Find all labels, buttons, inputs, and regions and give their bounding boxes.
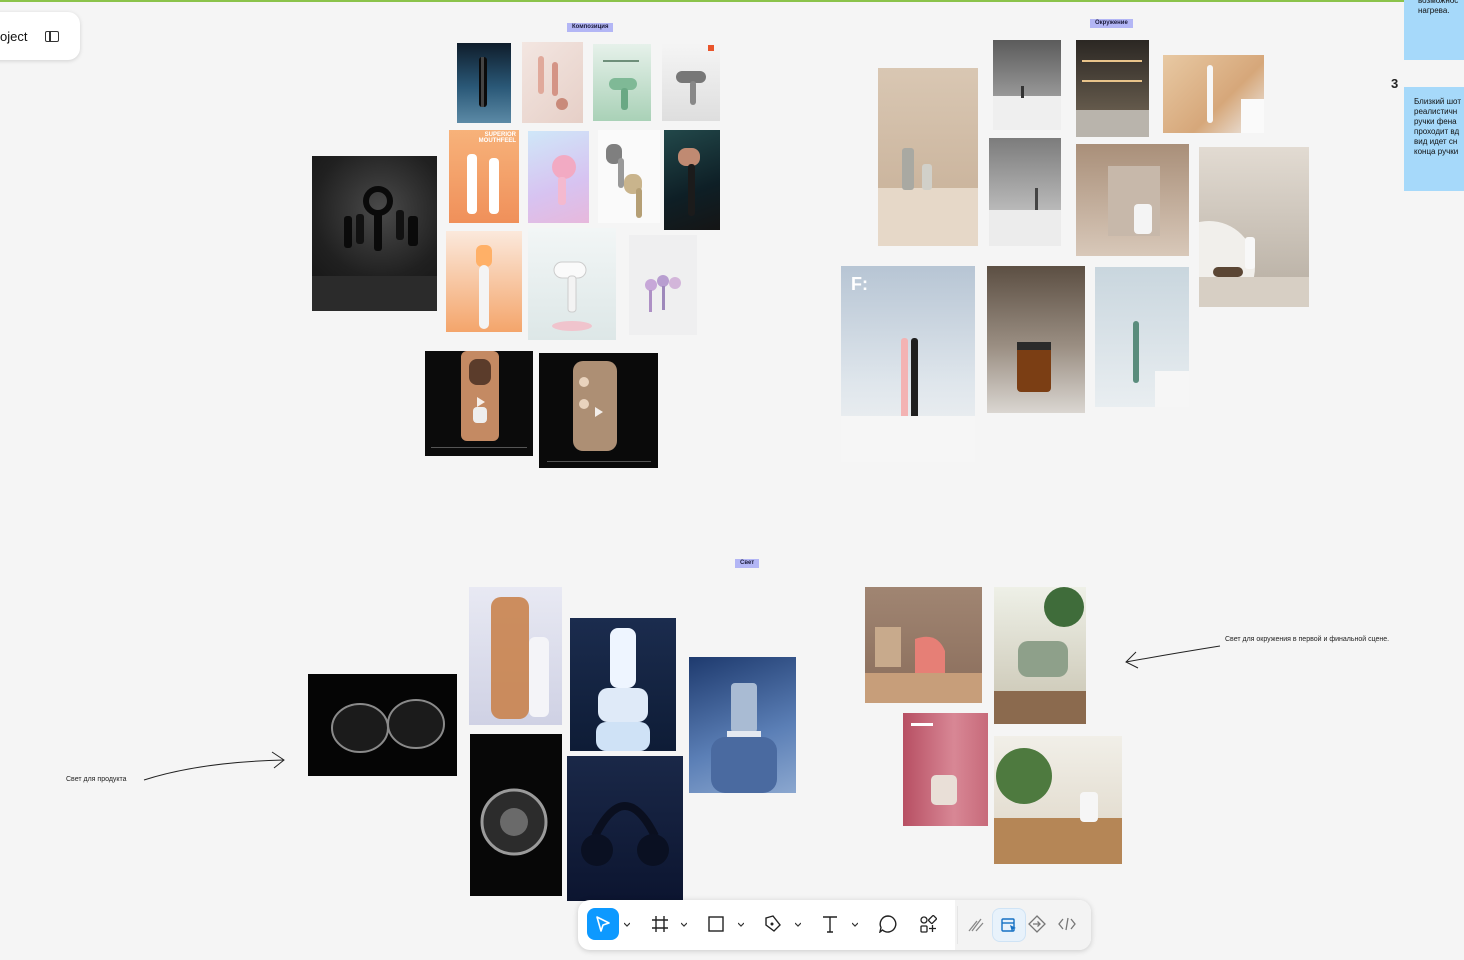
image-orange-toothbrush[interactable] xyxy=(446,231,522,332)
image-blue-bottle[interactable] xyxy=(689,657,796,793)
superior-mouthfeel-text: SUPERIOR MOUTHFEEL xyxy=(478,132,516,144)
code-icon xyxy=(1058,917,1076,931)
chevron-down-icon[interactable] xyxy=(738,922,744,928)
image-dark-dryer[interactable] xyxy=(664,130,720,230)
canvas-top-border xyxy=(0,0,1464,2)
design-mode-icon xyxy=(1001,918,1016,932)
image-marble-bathroom[interactable] xyxy=(1076,144,1189,256)
video-dryer-closeup-1[interactable] xyxy=(425,351,533,456)
image-lavender-brushes[interactable] xyxy=(629,235,697,335)
draw-mode-button[interactable] xyxy=(960,908,992,940)
project-name: oject xyxy=(0,28,28,44)
components-icon xyxy=(920,915,937,933)
image-jbl-headphones[interactable] xyxy=(567,756,683,901)
image-sunglasses[interactable] xyxy=(308,674,457,776)
arrow-product-light[interactable] xyxy=(140,748,292,784)
image-green-toothbrush[interactable] xyxy=(1095,267,1189,407)
image-amber-jar[interactable] xyxy=(987,266,1085,413)
frame-icon xyxy=(652,916,668,932)
image-pink-dryer[interactable] xyxy=(528,131,589,223)
text-icon xyxy=(823,916,837,933)
frame-tool-button[interactable] xyxy=(644,908,676,940)
arrow-env-light[interactable] xyxy=(1120,644,1224,670)
image-serum-bottle[interactable] xyxy=(469,587,562,725)
image-grey-sink[interactable] xyxy=(989,138,1061,246)
sidebar-toggle-icon[interactable] xyxy=(45,30,60,42)
image-sink-brush[interactable] xyxy=(1199,147,1309,307)
section-label-environment[interactable]: Окружение xyxy=(1090,19,1133,28)
pen-tool-button[interactable] xyxy=(757,908,789,940)
image-pink-speaker-poster[interactable] xyxy=(903,713,988,826)
text-tool-button[interactable] xyxy=(814,908,846,940)
image-f-toothbrush-poster[interactable]: F: xyxy=(841,266,975,462)
image-white-dryer-poster[interactable] xyxy=(528,228,616,340)
f-poster-letter: F: xyxy=(851,274,868,294)
image-headphones-bw[interactable] xyxy=(470,734,562,896)
note-product-light[interactable]: Свет для продукта xyxy=(66,776,127,783)
rectangle-icon xyxy=(708,916,724,932)
prototype-mode-button[interactable] xyxy=(1021,908,1053,940)
section-label-composition[interactable]: Композиция xyxy=(567,23,614,32)
toolbar-divider xyxy=(957,906,958,944)
pen-icon xyxy=(765,915,781,932)
image-toothbrush-superior[interactable]: SUPERIOR MOUTHFEEL xyxy=(449,130,519,223)
sticky-number: 3 xyxy=(1391,76,1399,91)
dev-mode-button[interactable] xyxy=(1051,908,1083,940)
image-lit-shelves[interactable] xyxy=(1076,40,1149,137)
bottom-toolbar xyxy=(578,900,1091,950)
move-tool-button[interactable] xyxy=(587,908,619,940)
video-dryer-closeup-2[interactable] xyxy=(539,353,658,468)
chevron-down-icon[interactable] xyxy=(795,922,801,928)
image-multistyler-poster[interactable] xyxy=(312,156,437,311)
image-white-bottles[interactable] xyxy=(570,618,676,751)
chevron-down-icon[interactable] xyxy=(852,922,858,928)
image-white-sink[interactable] xyxy=(993,40,1061,130)
image-plant-speaker[interactable] xyxy=(994,736,1122,864)
chevron-down-icon[interactable] xyxy=(624,922,630,928)
draw-icon xyxy=(968,918,984,932)
note-env-light[interactable]: Свет для окружения в первой и финальной … xyxy=(1225,636,1389,643)
image-green-dryer[interactable] xyxy=(593,44,651,121)
image-silver-dryers[interactable] xyxy=(598,130,660,223)
image-warm-toothbrush[interactable] xyxy=(1163,55,1264,133)
image-dryer-poster[interactable] xyxy=(662,43,720,121)
actions-button[interactable] xyxy=(912,908,944,940)
comment-icon xyxy=(879,915,897,933)
sticky-note-closeup[interactable]: Близкий шот реалистичн ручки фена проход… xyxy=(1404,87,1464,191)
chevron-down-icon[interactable] xyxy=(681,922,687,928)
project-title-chip[interactable]: oject xyxy=(0,12,80,60)
image-bathroom-shelf[interactable] xyxy=(878,68,978,246)
image-pink-chair-room[interactable] xyxy=(865,587,982,703)
image-straightener[interactable] xyxy=(457,43,511,123)
shape-tool-button[interactable] xyxy=(700,908,732,940)
comment-tool-button[interactable] xyxy=(872,908,904,940)
sticky-note-top[interactable]: возможнос нагрева. xyxy=(1404,0,1464,60)
image-pink-brushes[interactable] xyxy=(522,42,583,123)
section-label-light[interactable]: Свет xyxy=(735,559,760,568)
prototype-icon xyxy=(1028,915,1046,933)
cursor-icon xyxy=(596,916,610,932)
image-green-speaker[interactable] xyxy=(994,587,1086,724)
